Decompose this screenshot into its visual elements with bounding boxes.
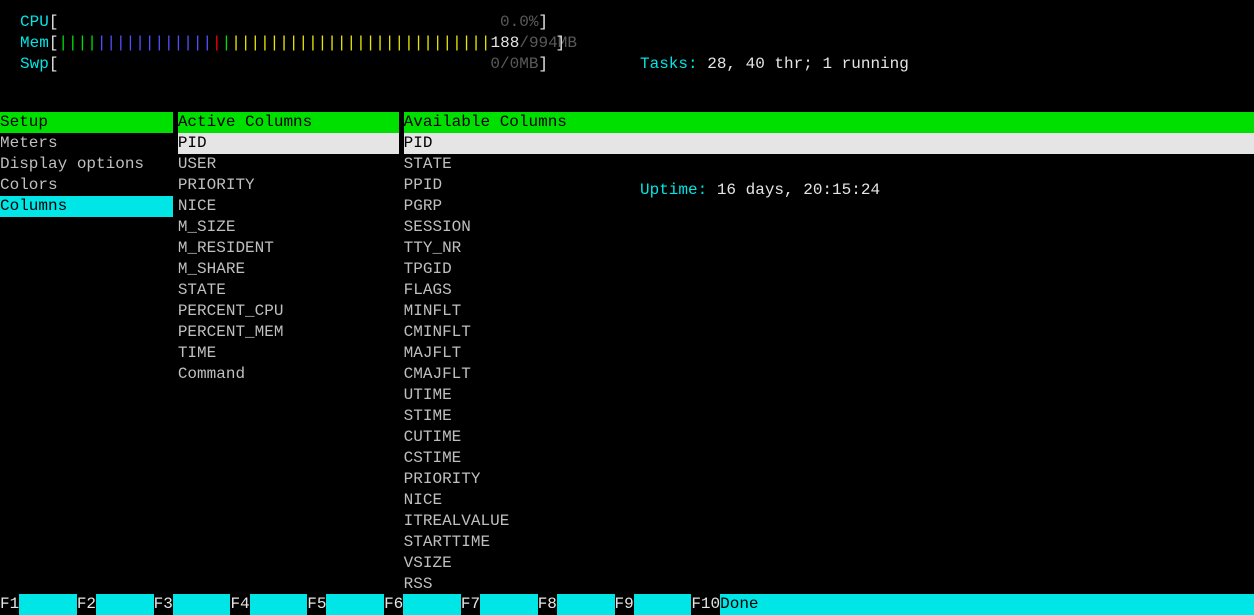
active-column-item[interactable]: M_SHARE (178, 259, 399, 280)
active-column-item[interactable]: M_RESIDENT (178, 238, 399, 259)
fkey-label: F6 (384, 594, 403, 615)
fkey-label: F4 (230, 594, 249, 615)
fkey-action[interactable] (19, 594, 77, 615)
swp-total: 0MB (510, 55, 539, 73)
available-column-item[interactable]: CMINFLT (404, 322, 1254, 343)
swp-used: 0 (490, 55, 500, 73)
available-column-item[interactable]: MINFLT (404, 301, 1254, 322)
available-column-item[interactable]: STATE (404, 154, 1254, 175)
available-column-item[interactable]: PID (404, 133, 1254, 154)
available-column-item[interactable]: CSTIME (404, 448, 1254, 469)
tasks-value: 28, 40 thr; 1 running (707, 55, 909, 73)
available-column-item[interactable]: MAJFLT (404, 343, 1254, 364)
available-column-item[interactable]: CUTIME (404, 427, 1254, 448)
active-column-item[interactable]: NICE (178, 196, 399, 217)
setup-menu-column: Setup MetersDisplay optionsColorsColumns (0, 112, 173, 217)
setup-menu-header: Setup (0, 112, 173, 133)
available-columns-column: Available Columns (404, 112, 1254, 595)
active-column-item[interactable]: PERCENT_CPU (178, 301, 399, 322)
fkey-action[interactable] (250, 594, 308, 615)
swp-meter: Swp[0/0MB] (20, 54, 1254, 75)
available-column-item[interactable]: UTIME (404, 385, 1254, 406)
available-column-item[interactable]: ITREALVALUE (404, 511, 1254, 532)
active-column-item[interactable]: PERCENT_MEM (178, 322, 399, 343)
available-column-item[interactable]: TPGID (404, 259, 1254, 280)
available-column-item[interactable]: VSIZE (404, 553, 1254, 574)
header-meters: CPU[0.0%] Mem[||||||||||||||||||||||||||… (0, 0, 1254, 75)
setup-menu-item[interactable]: Colors (0, 175, 173, 196)
available-column-item[interactable]: STIME (404, 406, 1254, 427)
active-column-item[interactable]: USER (178, 154, 399, 175)
tasks-label: Tasks: (640, 55, 707, 73)
function-key-bar: F1 F2 F3 F4 F5 F6 F7 F8 F9 F10Done (0, 594, 1254, 615)
fkey-action[interactable] (326, 594, 384, 615)
active-columns-column: Active Columns PID USERPRIORITYNICEM_SIZ… (178, 112, 399, 385)
swp-label: Swp (20, 55, 49, 73)
available-column-item[interactable]: SESSION (404, 217, 1254, 238)
active-column-item[interactable]: M_SIZE (178, 217, 399, 238)
cpu-meter: CPU[0.0%] (20, 12, 1254, 33)
fkey-label: F5 (307, 594, 326, 615)
fkey-label: F8 (538, 594, 557, 615)
available-column-item[interactable]: TTY_NR (404, 238, 1254, 259)
fkey-action[interactable] (557, 594, 615, 615)
available-column-item[interactable]: PRIORITY (404, 469, 1254, 490)
active-column-item[interactable]: STATE (178, 280, 399, 301)
fkey-action[interactable] (173, 594, 231, 615)
fkey-label: F9 (615, 594, 634, 615)
fkey-label: F7 (461, 594, 480, 615)
available-column-item[interactable]: PPID (404, 175, 1254, 196)
available-column-item[interactable]: STARTTIME (404, 532, 1254, 553)
fkey-label: F3 (154, 594, 173, 615)
active-column-item[interactable]: Command (178, 364, 399, 385)
setup-menu-item[interactable]: Meters (0, 133, 173, 154)
fkey-action[interactable] (480, 594, 538, 615)
active-column-item[interactable]: PID (178, 133, 399, 154)
active-column-item[interactable]: PRIORITY (178, 175, 399, 196)
fkey-label: F2 (77, 594, 96, 615)
fkey-action[interactable] (634, 594, 692, 615)
mem-total: 994MB (529, 34, 577, 52)
fkey-action[interactable] (403, 594, 461, 615)
fkey-label: F1 (0, 594, 19, 615)
mem-label: Mem (20, 34, 49, 52)
mem-used: 188 (491, 34, 520, 52)
cpu-value: 0.0% (500, 13, 538, 31)
available-column-item[interactable]: RSS (404, 574, 1254, 595)
available-column-item[interactable]: PGRP (404, 196, 1254, 217)
fkey-fill (778, 594, 1254, 615)
fkey-label: F10 (691, 594, 720, 615)
available-column-item[interactable]: NICE (404, 490, 1254, 511)
fkey-action[interactable] (96, 594, 154, 615)
active-columns-header: Active Columns (178, 112, 399, 133)
mem-meter: Mem[||||||||||||||||||||||||||||||||||||… (20, 33, 1254, 54)
fkey-action[interactable]: Done (720, 594, 778, 615)
available-column-item[interactable]: CMAJFLT (404, 364, 1254, 385)
cpu-label: CPU (20, 13, 49, 31)
setup-menu-item[interactable]: Display options (0, 154, 173, 175)
available-columns-header: Available Columns (404, 112, 1254, 133)
active-column-item[interactable]: TIME (178, 343, 399, 364)
setup-menu-item[interactable]: Columns (0, 196, 173, 217)
setup-area: Setup MetersDisplay optionsColorsColumns… (0, 112, 1254, 595)
available-column-item[interactable]: FLAGS (404, 280, 1254, 301)
